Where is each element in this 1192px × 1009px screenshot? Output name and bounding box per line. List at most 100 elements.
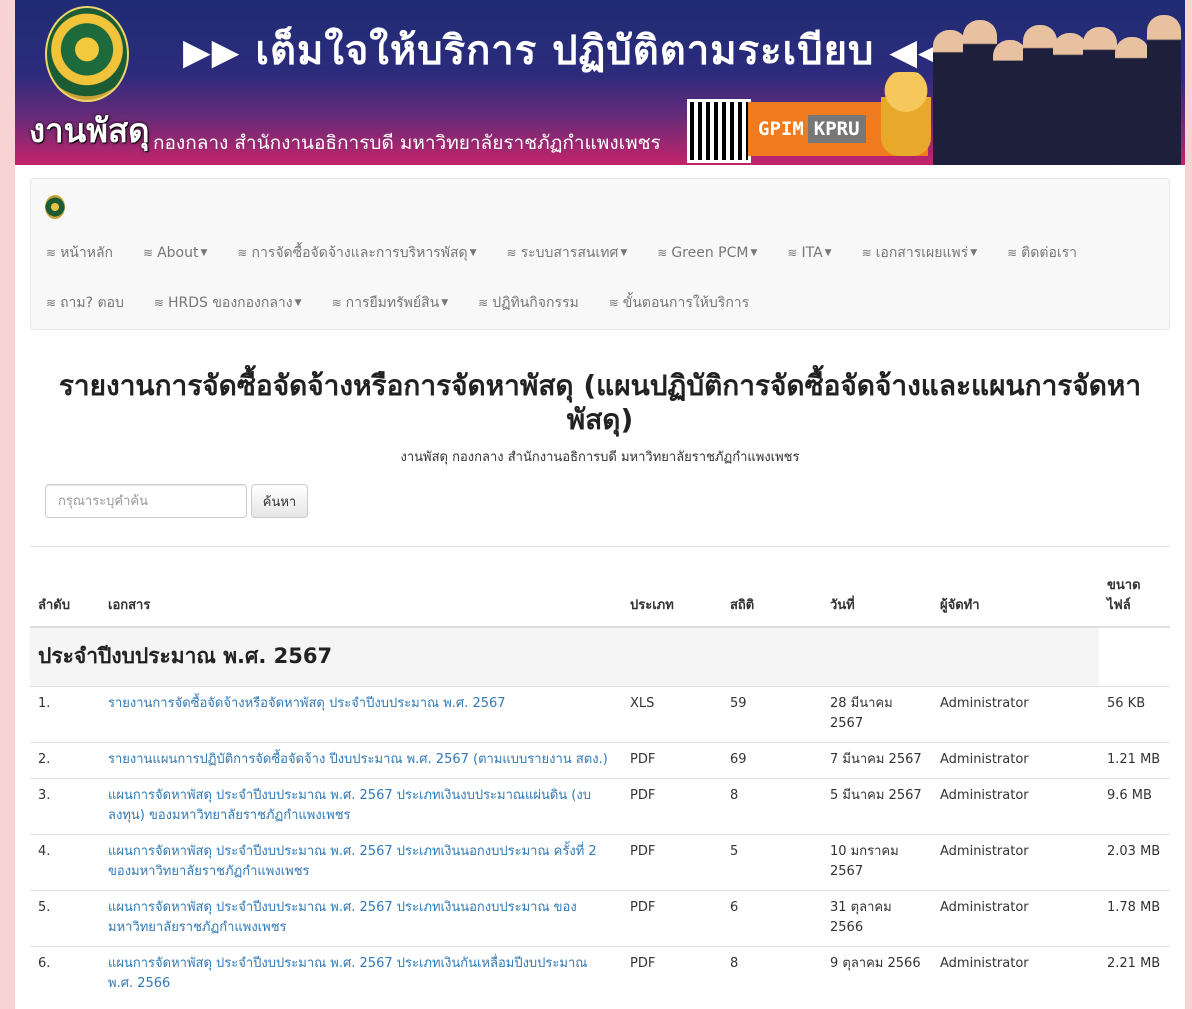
nav-item-label: Green PCM: [671, 245, 749, 261]
search-input[interactable]: [45, 484, 247, 518]
cell-stat: 69: [722, 742, 822, 779]
cell-size: 56 KB: [1099, 686, 1170, 743]
layers-icon: ≋: [237, 246, 248, 260]
nav-item-label: หน้าหลัก: [60, 245, 114, 261]
search-button[interactable]: ค้นหา: [251, 484, 308, 518]
cell-type: PDF: [622, 890, 722, 947]
cell-type: XLS: [622, 686, 722, 743]
column-header-type[interactable]: ประเภท: [622, 570, 722, 628]
cell-author: Administrator: [932, 742, 1099, 779]
documents-table: ลำดับ เอกสาร ประเภท สถิติ วันที่ ผู้จัดท…: [30, 570, 1170, 1002]
page-title: รายงานการจัดซื้อจัดจ้างหรือการจัดหาพัสดุ…: [58, 369, 1142, 436]
nav-item-label: ปฏิทินกิจกรรม: [492, 295, 579, 311]
caret-down-icon: ▼: [750, 248, 758, 258]
double-chevron-right-icon: ▶▶: [183, 32, 241, 73]
cell-no: 5.: [30, 890, 100, 947]
layers-icon: ≋: [478, 296, 489, 310]
layers-icon: ≋: [153, 296, 164, 310]
cell-stat: 5: [722, 834, 822, 891]
cell-author: Administrator: [932, 890, 1099, 947]
table-row: 1. รายงานการจัดซื้อจัดจ้างหรือจัดหาพัสดุ …: [30, 686, 1170, 743]
cell-size: 1.78 MB: [1099, 890, 1170, 947]
cell-size: 2.03 MB: [1099, 834, 1170, 891]
cell-type: PDF: [622, 778, 722, 835]
caret-down-icon: ▼: [824, 248, 832, 258]
cell-stat: 6: [722, 890, 822, 947]
cell-date: 28 มีนาคม 2567: [822, 686, 932, 743]
caret-down-icon: ▼: [469, 248, 477, 258]
nav-item-row2-3[interactable]: ≋ ปฏิทินกิจกรรม: [463, 293, 594, 313]
cell-stat: 59: [722, 686, 822, 743]
nav-item-row1-4[interactable]: ≋ Green PCM ▼: [642, 243, 772, 263]
document-link[interactable]: แผนการจัดหาพัสดุ ประจำปีงบประมาณ พ.ศ. 25…: [108, 844, 597, 879]
cell-doc: แผนการจัดหาพัสดุ ประจำปีงบประมาณ พ.ศ. 25…: [100, 890, 622, 947]
layers-icon: ≋: [506, 246, 517, 260]
layers-icon: ≋: [331, 296, 342, 310]
document-link[interactable]: รายงานแผนการปฏิบัติการจัดซื้อจัดจ้าง ปีง…: [108, 752, 608, 767]
nav-item-row1-6[interactable]: ≋ เอกสารเผยแพร่ ▼: [847, 243, 993, 263]
nav-item-row1-2[interactable]: ≋ การจัดซื้อจัดจ้างและการบริหารพัสดุ ▼: [222, 243, 491, 263]
column-header-document[interactable]: เอกสาร: [100, 570, 622, 628]
caret-down-icon: ▼: [200, 248, 208, 258]
cell-stat: 8: [722, 778, 822, 835]
cell-no: 1.: [30, 686, 100, 743]
column-header-author[interactable]: ผู้จัดทำ: [932, 570, 1099, 628]
nav-item-row2-0[interactable]: ≋ ถาม? ตอบ: [31, 293, 139, 313]
document-link[interactable]: รายงานการจัดซื้อจัดจ้างหรือจัดหาพัสดุ ปร…: [108, 696, 506, 711]
nav-item-row2-1[interactable]: ≋ HRDS ของกองกลาง ▼: [139, 293, 317, 313]
nav-item-label: ติดต่อเรา: [1021, 245, 1078, 261]
nav-item-row1-0[interactable]: ≋ หน้าหลัก: [31, 243, 128, 263]
nav-item-label: HRDS ของกองกลาง: [167, 295, 293, 311]
table-row: 4. แผนการจัดหาพัสดุ ประจำปีงบประมาณ พ.ศ. …: [30, 834, 1170, 891]
cell-date: 31 ตุลาคม 2566: [822, 890, 932, 947]
nav-item-row1-5[interactable]: ≋ ITA ▼: [772, 243, 846, 263]
group-row: ประจำปีงบประมาณ พ.ศ. 2567: [30, 626, 1170, 687]
nav-item-label: ถาม? ตอบ: [60, 295, 124, 311]
document-link[interactable]: แผนการจัดหาพัสดุ ประจำปีงบประมาณ พ.ศ. 25…: [108, 788, 591, 823]
table-row: 3. แผนการจัดหาพัสดุ ประจำปีงบประมาณ พ.ศ. …: [30, 778, 1170, 835]
cell-no: 6.: [30, 946, 100, 1002]
nav-item-row1-7[interactable]: ≋ ติดต่อเรา: [992, 243, 1092, 263]
column-header-no[interactable]: ลำดับ: [30, 570, 100, 628]
cell-date: 10 มกราคม 2567: [822, 834, 932, 891]
nav-item-label: เอกสารเผยแพร่: [875, 245, 969, 261]
nav-item-row2-2[interactable]: ≋ การยืมทรัพย์สิน ▼: [317, 293, 464, 313]
document-link[interactable]: แผนการจัดหาพัสดุ ประจำปีงบประมาณ พ.ศ. 25…: [108, 956, 587, 991]
column-header-date[interactable]: วันที่: [822, 570, 932, 628]
layers-icon: ≋: [787, 246, 798, 260]
cell-doc: รายงานการจัดซื้อจัดจ้างหรือจัดหาพัสดุ ปร…: [100, 686, 622, 743]
cell-doc: รายงานแผนการปฏิบัติการจัดซื้อจัดจ้าง ปีง…: [100, 742, 622, 779]
nav-item-row1-3[interactable]: ≋ ระบบสารสนเทศ ▼: [492, 243, 643, 263]
table-row: 6. แผนการจัดหาพัสดุ ประจำปีงบประมาณ พ.ศ. …: [30, 946, 1170, 1002]
cell-no: 3.: [30, 778, 100, 835]
cell-doc: แผนการจัดหาพัสดุ ประจำปีงบประมาณ พ.ศ. 25…: [100, 946, 622, 1002]
layers-icon: ≋: [143, 246, 154, 260]
navbar-brand-logo[interactable]: [45, 195, 65, 219]
header-banner: ▶▶ เต็มใจให้บริการ ปฏิบัติตามระเบียบ ◀◀ …: [15, 0, 1185, 165]
nav-item-row1-1[interactable]: ≋ About ▼: [128, 243, 222, 263]
nav-item-row2-4[interactable]: ≋ ขั้นตอนการให้บริการ: [594, 293, 764, 313]
nav-item-label: การจัดซื้อจัดจ้างและการบริหารพัสดุ: [251, 245, 468, 261]
cell-date: 5 มีนาคม 2567: [822, 778, 932, 835]
cell-size: 9.6 MB: [1099, 778, 1170, 835]
cell-stat: 8: [722, 946, 822, 1002]
nav-row-2: ≋ ถาม? ตอบ ≋ HRDS ของกองกลาง ▼ ≋ การยืมทรัพย์ส…: [31, 293, 764, 313]
nav-item-label: About: [157, 245, 199, 261]
caret-down-icon: ▼: [294, 298, 302, 308]
layers-icon: ≋: [608, 296, 619, 310]
nav-item-label: ITA: [801, 245, 823, 261]
layers-icon: ≋: [657, 246, 668, 260]
main-navbar: ≋ หน้าหลัก ≋ About ▼ ≋ การจัดซื้อจัดจ้างและการ…: [30, 178, 1170, 330]
column-header-stat[interactable]: สถิติ: [722, 570, 822, 628]
university-logo[interactable]: [45, 6, 129, 102]
cell-date: 7 มีนาคม 2567: [822, 742, 932, 779]
column-header-size[interactable]: ขนาดไฟล์: [1099, 570, 1170, 628]
table-row: 5. แผนการจัดหาพัสดุ ประจำปีงบประมาณ พ.ศ. …: [30, 890, 1170, 947]
cell-type: PDF: [622, 946, 722, 1002]
divider: [30, 546, 1170, 547]
cell-author: Administrator: [932, 834, 1099, 891]
document-link[interactable]: แผนการจัดหาพัสดุ ประจำปีงบประมาณ พ.ศ. 25…: [108, 900, 577, 935]
cell-author: Administrator: [932, 946, 1099, 1002]
cell-size: 1.21 MB: [1099, 742, 1170, 779]
layers-icon: ≋: [861, 246, 872, 260]
